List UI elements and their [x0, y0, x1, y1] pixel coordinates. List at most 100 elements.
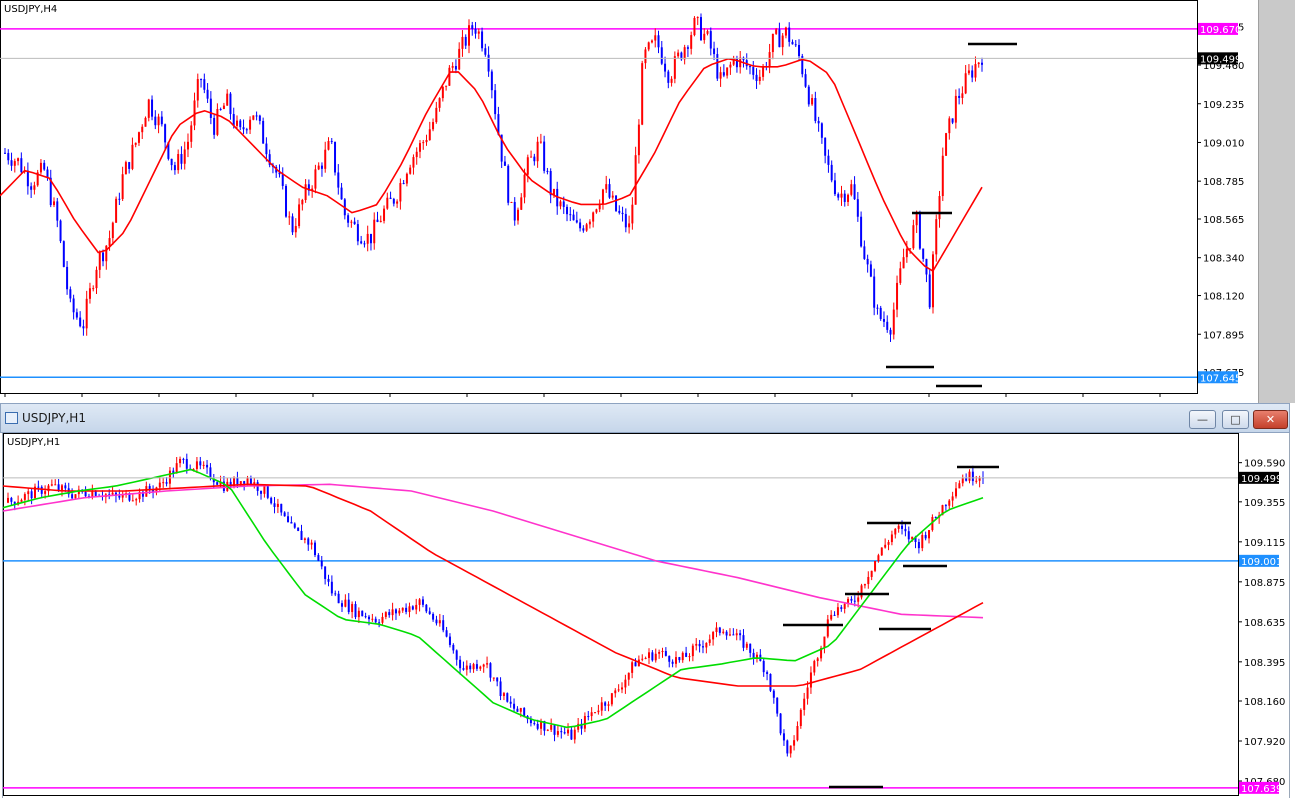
candle-body: [755, 74, 758, 81]
candle-body: [896, 282, 899, 310]
candle-body: [749, 643, 752, 653]
candle-body: [448, 67, 451, 86]
candle-body: [954, 95, 957, 123]
candle-body: [37, 486, 40, 488]
h1-chart-pane[interactable]: USDJPY,H1 109.590 109.355 109.115 108.875 108…: [2, 433, 1290, 798]
candle-body: [445, 85, 448, 87]
candle-body: [594, 712, 597, 714]
candle-body: [337, 172, 340, 188]
candle-body: [273, 503, 276, 507]
candle-body: [814, 98, 817, 121]
maximize-button[interactable]: □: [1222, 410, 1249, 429]
candle-body: [402, 183, 405, 185]
candle-body: [634, 662, 637, 667]
candle-body: [509, 701, 512, 704]
candle-body: [202, 464, 205, 466]
candle-body: [614, 690, 617, 694]
candle-body: [519, 708, 522, 712]
candle-body: [243, 481, 246, 484]
candle-body: [276, 503, 279, 507]
candle-body: [327, 578, 330, 582]
candle-body: [399, 183, 402, 202]
candle-body: [242, 127, 245, 130]
candle-body: [50, 484, 53, 486]
minimize-button[interactable]: —: [1189, 410, 1216, 429]
candle-body: [134, 142, 137, 145]
candle-body: [904, 528, 907, 532]
candle-body: [340, 603, 343, 607]
chart-window-icon: [5, 412, 18, 424]
candle-body: [762, 660, 765, 673]
h1-chart[interactable]: USDJPY,H1 109.590 109.355 109.115 108.875 108…: [2, 433, 1289, 798]
candle-body: [300, 530, 303, 541]
candle-body: [732, 634, 735, 636]
candle-body: [131, 500, 134, 502]
candle-body: [297, 527, 300, 531]
candle-body: [836, 607, 839, 616]
candle-body: [226, 93, 229, 106]
candle-body: [317, 555, 320, 561]
candle-body: [154, 116, 157, 126]
candle-body: [412, 157, 415, 168]
candle-body: [147, 99, 150, 118]
candle-body: [779, 713, 782, 734]
h1-window-titlebar[interactable]: USDJPY,H1 — □ ✕: [0, 403, 1290, 433]
candle-body: [813, 661, 816, 673]
candle-body: [255, 115, 258, 117]
candle-body: [641, 658, 644, 660]
h4-chart[interactable]: USDJPY,H4109.685109.460109.235109.010108…: [0, 0, 1258, 398]
candle-body: [863, 246, 866, 259]
candle-body: [902, 257, 905, 269]
candle-body: [762, 66, 765, 77]
candle-body: [293, 523, 296, 528]
candle-body: [516, 708, 519, 712]
candle-body: [418, 599, 421, 605]
candle-body: [350, 221, 353, 223]
candle-body: [809, 672, 812, 688]
candle-body: [840, 193, 843, 198]
candle-body: [562, 201, 565, 207]
level-price-label: 109.001: [1241, 557, 1282, 568]
candle-body: [621, 687, 624, 690]
candle-body: [180, 154, 183, 164]
candle-body: [263, 486, 266, 494]
h4-chart-pane[interactable]: USDJPY,H4109.685109.460109.235109.010108…: [0, 0, 1258, 398]
candle-body: [391, 609, 394, 616]
candle-body: [853, 184, 856, 200]
candle-body: [314, 542, 317, 556]
candle-body: [451, 66, 454, 68]
candle-body: [340, 187, 343, 200]
close-button[interactable]: ✕: [1253, 410, 1288, 429]
candle-body: [454, 66, 457, 70]
candle-body: [709, 31, 712, 49]
candle-body: [961, 478, 964, 484]
candle-body: [601, 189, 604, 205]
candle-body: [260, 490, 263, 494]
candle-body: [901, 525, 904, 529]
candle-body: [536, 141, 539, 162]
candle-body: [664, 63, 667, 72]
candle-body: [886, 321, 889, 330]
candle-body: [610, 693, 613, 705]
candle-body: [768, 52, 771, 67]
candle-body: [405, 173, 408, 184]
candle-body: [778, 29, 781, 48]
candle-body: [907, 531, 910, 540]
candle-body: [394, 609, 397, 614]
candle-body: [843, 603, 846, 609]
candle-body: [283, 512, 286, 517]
candle-body: [84, 491, 87, 497]
candle-body: [384, 612, 387, 617]
candle-body: [971, 471, 974, 482]
candle-body: [320, 560, 323, 567]
candle-body: [804, 74, 807, 87]
candle-body: [850, 184, 853, 195]
candle-body: [690, 35, 693, 49]
candle-body: [651, 652, 654, 661]
candle-body: [357, 610, 360, 618]
candle-body: [793, 740, 796, 746]
y-tick-label: 109.115: [1244, 538, 1285, 549]
candle-body: [572, 214, 575, 221]
candle-body: [162, 482, 165, 484]
candle-body: [670, 78, 673, 83]
